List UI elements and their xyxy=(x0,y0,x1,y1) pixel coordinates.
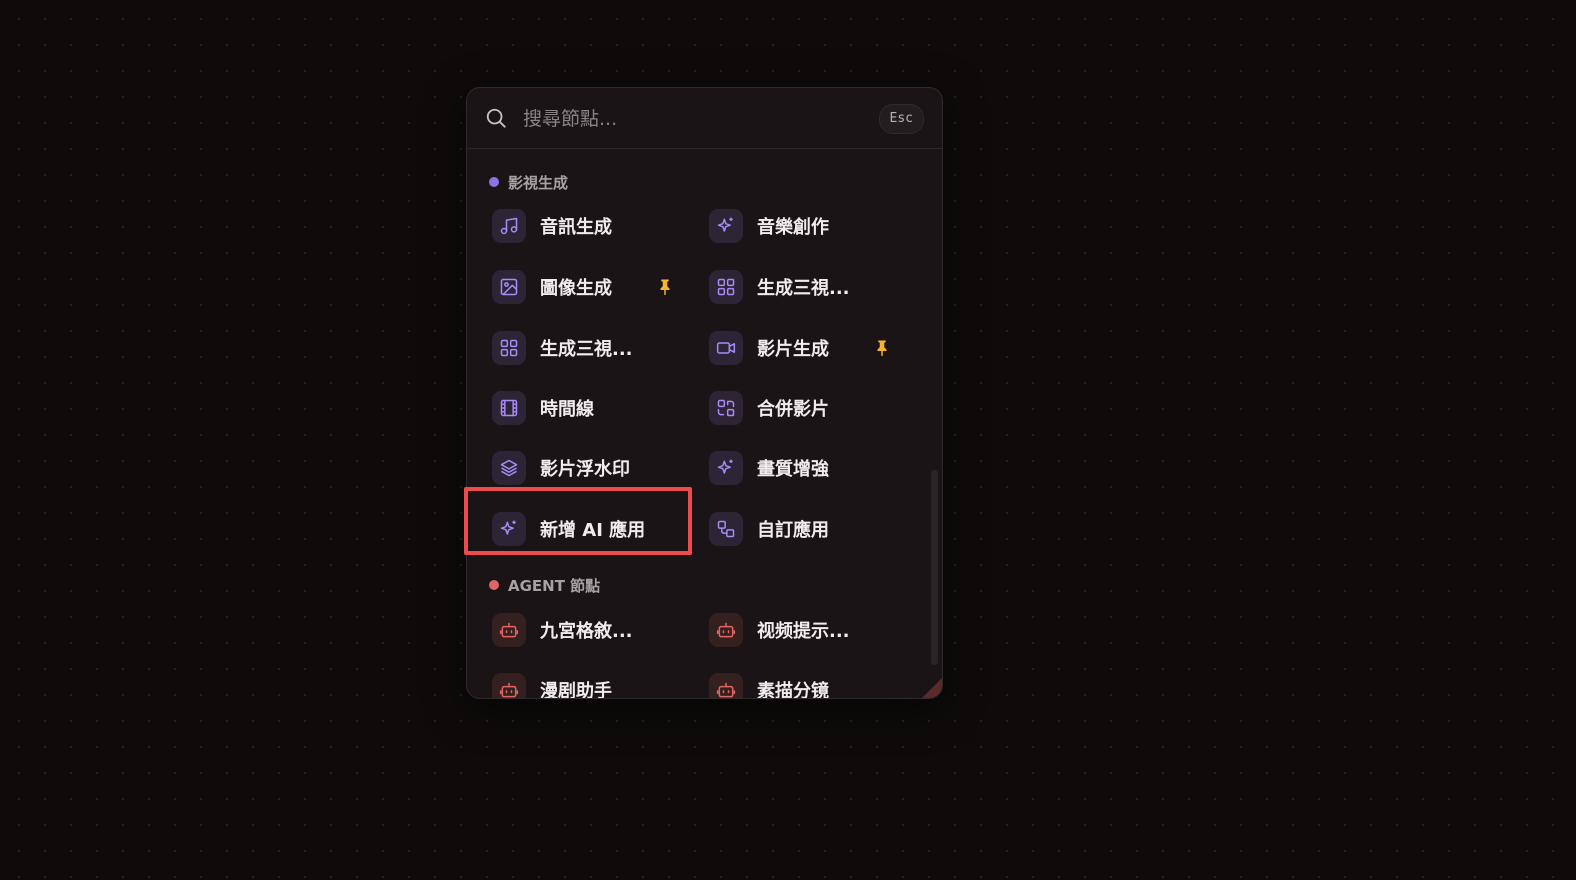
node-item-enhance[interactable]: 畫質增強 xyxy=(709,448,909,488)
node-item-label: 生成三視... xyxy=(540,339,633,360)
robot-icon xyxy=(499,682,519,698)
node-item-label: 圖像生成 xyxy=(540,278,612,299)
node-item-watermark[interactable]: 影片浮水印 xyxy=(492,448,692,488)
grid-icon xyxy=(500,339,518,357)
node-item-label: 新增 AI 應用 xyxy=(540,520,646,541)
node-item-three-view-1[interactable]: 生成三視... xyxy=(709,267,909,307)
search-icon xyxy=(486,108,506,128)
section-header-media: 影視生成 xyxy=(489,172,568,192)
node-item-image[interactable]: 圖像生成 xyxy=(492,267,692,307)
node-item-label: 影片生成 xyxy=(757,339,829,360)
node-search-panel: Esc 影視生成 音訊生成 音樂創作 圖像生成 xyxy=(466,87,943,699)
video-camera-icon xyxy=(716,342,736,354)
node-item-music[interactable]: 音樂創作 xyxy=(709,206,909,246)
node-item-agent-sketch-storyboard[interactable]: 素描分镜 xyxy=(709,670,909,699)
scrollbar[interactable] xyxy=(931,470,938,665)
node-item-three-view-2[interactable]: 生成三視... xyxy=(492,328,692,368)
node-item-merge-video[interactable]: 合併影片 xyxy=(709,388,909,428)
node-item-agent-grid-story[interactable]: 九宮格敘... xyxy=(492,610,692,650)
node-item-label: 漫剧助手 xyxy=(540,681,612,699)
merge-icon xyxy=(717,399,735,417)
node-item-timeline[interactable]: 時間線 xyxy=(492,388,692,428)
node-item-label: 音訊生成 xyxy=(540,217,612,238)
section-dot xyxy=(489,177,499,187)
robot-icon xyxy=(499,622,519,638)
search-input[interactable] xyxy=(521,103,865,135)
node-item-audio[interactable]: 音訊生成 xyxy=(492,206,692,246)
node-list: 影視生成 音訊生成 音樂創作 圖像生成 生成三視... 生成三視... 影片生成… xyxy=(467,150,942,698)
film-strip-icon xyxy=(500,399,518,417)
node-item-label: 九宮格敘... xyxy=(540,621,633,642)
node-item-label: 影片浮水印 xyxy=(540,459,630,480)
sparkle-icon xyxy=(717,459,733,474)
sparkle-icon xyxy=(717,217,733,232)
node-item-agent-comic-assistant[interactable]: 漫剧助手 xyxy=(492,670,692,699)
pin-icon xyxy=(660,279,670,296)
node-item-add-ai-app[interactable]: 新增 AI 應用 xyxy=(492,509,692,549)
section-title: AGENT 節點 xyxy=(508,576,601,595)
grid-icon xyxy=(717,278,735,296)
node-item-label: 時間線 xyxy=(540,399,594,420)
node-item-label: 畫質增強 xyxy=(757,459,829,480)
section-dot xyxy=(489,580,499,590)
resize-handle[interactable] xyxy=(922,678,942,698)
music-note-icon xyxy=(500,217,518,235)
node-item-agent-video-prompt[interactable]: 视频提示... xyxy=(709,610,909,650)
section-title: 影視生成 xyxy=(508,173,569,192)
pin-icon xyxy=(877,340,887,357)
image-icon xyxy=(500,278,518,296)
node-item-label: 素描分镜 xyxy=(757,681,829,699)
search-bar: Esc xyxy=(467,88,942,149)
robot-icon xyxy=(716,622,736,638)
node-item-label: 自訂應用 xyxy=(757,520,829,541)
node-item-custom-app[interactable]: 自訂應用 xyxy=(709,509,909,549)
section-header-agent: AGENT 節點 xyxy=(489,575,600,595)
workflow-icon xyxy=(717,520,735,538)
esc-button[interactable]: Esc xyxy=(878,104,924,134)
node-item-label: 音樂創作 xyxy=(757,217,829,238)
node-item-label: 视频提示... xyxy=(757,621,850,642)
node-item-label: 合併影片 xyxy=(757,399,829,420)
sparkle-icon xyxy=(500,520,516,535)
node-item-label: 生成三視... xyxy=(757,278,850,299)
layers-icon xyxy=(500,459,518,477)
node-item-video[interactable]: 影片生成 xyxy=(709,328,909,368)
robot-icon xyxy=(716,682,736,698)
